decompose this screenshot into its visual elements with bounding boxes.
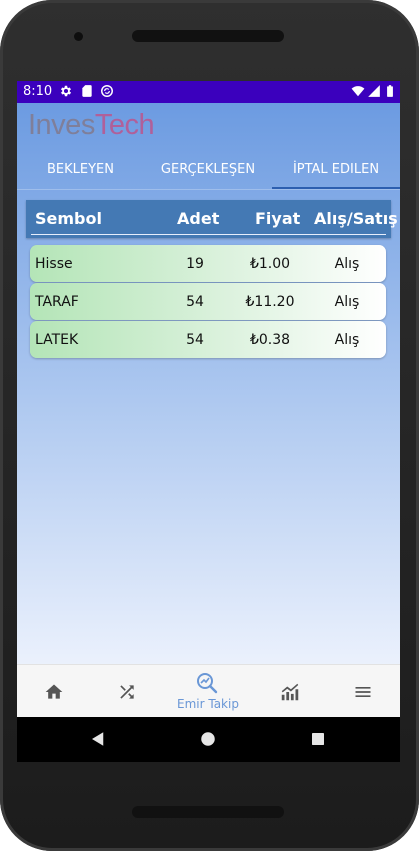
tab-cancelled[interactable]: İPTAL EDILEN (272, 151, 400, 189)
cell-side: Alış (334, 256, 360, 272)
status-time: 8:10 (23, 84, 53, 99)
table-header: Sembol Adet Fiyat Alış/Satış (26, 200, 398, 238)
cell-symbol: LATEK (35, 332, 79, 348)
table-row[interactable]: LATEK 54 ₺0.38 Alış (30, 321, 386, 358)
logo-text-tech: Tech (94, 109, 155, 141)
bottom-speaker (132, 806, 284, 818)
nav-order-tracking[interactable]: Emir Takip (167, 665, 247, 718)
selected-tab-indicator (272, 187, 400, 189)
chart-trend-icon (281, 683, 299, 701)
logo-text-inves: Inves (28, 109, 95, 141)
cell-quantity: 54 (186, 294, 204, 310)
column-header-side: Alış/Satış (314, 209, 398, 228)
menu-icon (355, 687, 371, 697)
column-header-symbol: Sembol (35, 209, 102, 228)
shuffle-icon (120, 685, 134, 699)
earpiece-speaker (132, 30, 284, 42)
nav-transactions[interactable] (107, 665, 147, 718)
order-status-tabs: BEKLEYEN GERÇEKLEŞEN İPTAL EDILEN (17, 151, 400, 189)
nav-charts[interactable] (269, 665, 309, 718)
cell-price: ₺0.38 (249, 332, 291, 348)
tabs-divider (17, 189, 400, 190)
status-bar: 8:10 (17, 81, 400, 103)
table-row[interactable]: TARAF 54 ₺11.20 Alış (30, 283, 386, 320)
system-navigation-bar (17, 717, 400, 762)
front-camera (74, 32, 83, 41)
app-logo: InvesTech (28, 109, 155, 142)
gear-icon (60, 85, 72, 97)
tab-executed[interactable]: GERÇEKLEŞEN (144, 151, 272, 189)
tab-pending[interactable]: BEKLEYEN (17, 151, 144, 189)
cell-price: ₺11.20 (245, 294, 295, 310)
home-button-icon[interactable] (199, 730, 217, 748)
cell-quantity: 54 (186, 332, 204, 348)
nav-menu[interactable] (343, 665, 383, 718)
nav-home[interactable] (34, 665, 74, 718)
sync-icon (101, 85, 113, 97)
column-header-quantity: Adet (177, 209, 220, 228)
order-tracking-icon (197, 673, 218, 694)
app-content: InvesTech BEKLEYEN GERÇEKLEŞEN İPTAL EDI… (17, 103, 400, 717)
cell-symbol: Hisse (35, 256, 73, 272)
cell-symbol: TARAF (35, 294, 79, 310)
wifi-icon (351, 86, 365, 97)
cell-quantity: 19 (186, 256, 204, 272)
cell-side: Alış (334, 294, 360, 310)
bottom-navigation: Emir Takip (17, 664, 400, 718)
header-underline (31, 234, 386, 235)
home-icon (45, 684, 63, 699)
cell-price: ₺1.00 (249, 256, 291, 272)
cell-side: Alış (334, 332, 360, 348)
phone-screen: 8:10 InvesTech BEKLEYEN GERÇEKLEŞEN İPTA… (17, 81, 400, 762)
battery-icon (387, 85, 393, 97)
column-header-price: Fiyat (255, 209, 301, 228)
table-row[interactable]: Hisse 19 ₺1.00 Alış (30, 245, 386, 282)
cell-signal-icon (368, 85, 380, 97)
recents-icon[interactable] (309, 730, 327, 748)
phone-frame: 8:10 InvesTech BEKLEYEN GERÇEKLEŞEN İPTA… (0, 0, 419, 851)
sd-card-icon (82, 85, 92, 97)
back-icon[interactable] (89, 730, 107, 748)
nav-label-order-tracking: Emir Takip (177, 697, 239, 711)
